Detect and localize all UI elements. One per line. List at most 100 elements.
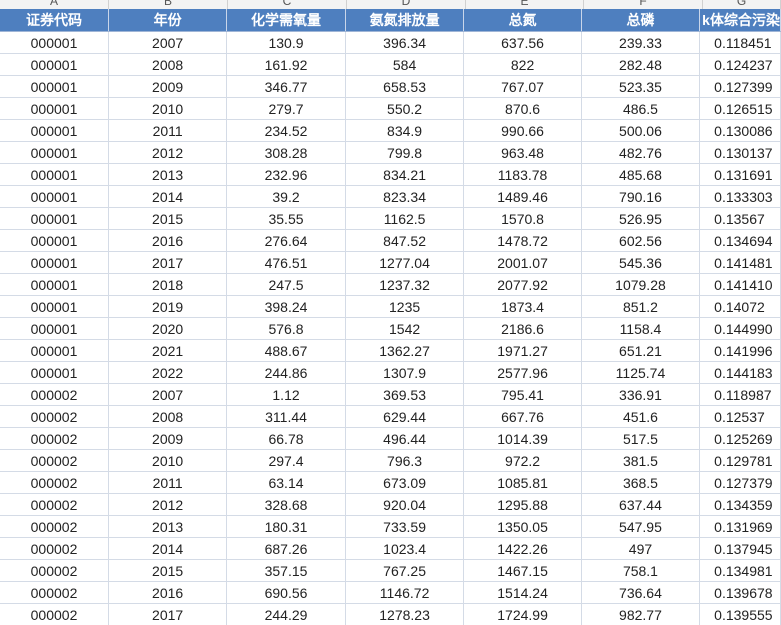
cell-stock-code[interactable]: 000002 (0, 537, 110, 560)
cell-cod[interactable]: 346.77 (226, 75, 346, 98)
cell-ammonia-emission[interactable]: 369.53 (345, 383, 465, 406)
cell-stock-code[interactable]: 000001 (0, 207, 110, 230)
cell-year[interactable]: 2008 (108, 405, 228, 428)
cell-cod[interactable]: 180.31 (226, 515, 346, 538)
cell-composite-pollution[interactable]: 0.127379 (699, 471, 781, 494)
cell-total-nitrogen[interactable]: 2077.92 (463, 273, 582, 296)
cell-cod[interactable]: 398.24 (226, 295, 346, 318)
cell-cod[interactable]: 328.68 (226, 493, 346, 516)
cell-stock-code[interactable]: 000001 (0, 97, 110, 120)
cell-total-phosphorus[interactable]: 517.5 (581, 427, 701, 450)
cell-total-phosphorus[interactable]: 239.33 (581, 31, 701, 54)
cell-total-phosphorus[interactable]: 547.95 (581, 515, 701, 538)
cell-cod[interactable]: 357.15 (226, 559, 346, 582)
cell-year[interactable]: 2013 (108, 163, 228, 186)
cell-composite-pollution[interactable]: 0.14072 (699, 295, 781, 318)
cell-composite-pollution[interactable]: 0.144183 (699, 361, 781, 384)
cell-ammonia-emission[interactable]: 796.3 (345, 449, 465, 472)
cell-cod[interactable]: 232.96 (226, 163, 346, 186)
cell-total-nitrogen[interactable]: 1467.15 (463, 559, 582, 582)
cell-composite-pollution[interactable]: 0.127399 (699, 75, 781, 98)
cell-cod[interactable]: 279.7 (226, 97, 346, 120)
cell-total-phosphorus[interactable]: 1125.74 (581, 361, 701, 384)
cell-total-nitrogen[interactable]: 1350.05 (463, 515, 582, 538)
cell-stock-code[interactable]: 000001 (0, 163, 110, 186)
cell-total-phosphorus[interactable]: 381.5 (581, 449, 701, 472)
cell-cod[interactable]: 308.28 (226, 141, 346, 164)
cell-stock-code[interactable]: 000001 (0, 185, 110, 208)
header-cod[interactable]: 化学需氧量 (226, 9, 346, 32)
cell-year[interactable]: 2010 (108, 97, 228, 120)
cell-total-phosphorus[interactable]: 545.36 (581, 251, 701, 274)
cell-total-phosphorus[interactable]: 602.56 (581, 229, 701, 252)
cell-stock-code[interactable]: 000001 (0, 317, 110, 340)
cell-total-nitrogen[interactable]: 1489.46 (463, 185, 582, 208)
cell-cod[interactable]: 311.44 (226, 405, 346, 428)
cell-year[interactable]: 2020 (108, 317, 228, 340)
column-letter-g[interactable]: G (703, 0, 781, 9)
cell-ammonia-emission[interactable]: 496.44 (345, 427, 465, 450)
cell-total-phosphorus[interactable]: 485.68 (581, 163, 701, 186)
cell-ammonia-emission[interactable]: 733.59 (345, 515, 465, 538)
cell-composite-pollution[interactable]: 0.124237 (699, 53, 781, 76)
cell-total-phosphorus[interactable]: 500.06 (581, 119, 701, 142)
cell-ammonia-emission[interactable]: 1162.5 (345, 207, 465, 230)
cell-composite-pollution[interactable]: 0.134981 (699, 559, 781, 582)
cell-stock-code[interactable]: 000002 (0, 581, 110, 604)
cell-composite-pollution[interactable]: 0.130086 (699, 119, 781, 142)
cell-total-phosphorus[interactable]: 368.5 (581, 471, 701, 494)
cell-ammonia-emission[interactable]: 834.21 (345, 163, 465, 186)
column-letter-e[interactable]: E (466, 0, 584, 9)
cell-cod[interactable]: 1.12 (226, 383, 346, 406)
header-composite-pollution[interactable]: k体综合污染 (699, 9, 781, 32)
cell-ammonia-emission[interactable]: 673.09 (345, 471, 465, 494)
header-ammonia-emission[interactable]: 氨氮排放量 (345, 9, 465, 32)
cell-year[interactable]: 2013 (108, 515, 228, 538)
cell-stock-code[interactable]: 000001 (0, 295, 110, 318)
cell-year[interactable]: 2017 (108, 603, 228, 625)
cell-ammonia-emission[interactable]: 1542 (345, 317, 465, 340)
cell-cod[interactable]: 244.29 (226, 603, 346, 625)
cell-year[interactable]: 2012 (108, 493, 228, 516)
cell-composite-pollution[interactable]: 0.129781 (699, 449, 781, 472)
cell-cod[interactable]: 476.51 (226, 251, 346, 274)
cell-cod[interactable]: 63.14 (226, 471, 346, 494)
cell-stock-code[interactable]: 000001 (0, 31, 110, 54)
cell-composite-pollution[interactable]: 0.141410 (699, 273, 781, 296)
cell-cod[interactable]: 687.26 (226, 537, 346, 560)
cell-total-nitrogen[interactable]: 1014.39 (463, 427, 582, 450)
cell-composite-pollution[interactable]: 0.131969 (699, 515, 781, 538)
cell-ammonia-emission[interactable]: 847.52 (345, 229, 465, 252)
cell-total-nitrogen[interactable]: 1724.99 (463, 603, 582, 625)
cell-cod[interactable]: 247.5 (226, 273, 346, 296)
cell-ammonia-emission[interactable]: 920.04 (345, 493, 465, 516)
cell-stock-code[interactable]: 000002 (0, 603, 110, 625)
cell-year[interactable]: 2018 (108, 273, 228, 296)
cell-total-nitrogen[interactable]: 972.2 (463, 449, 582, 472)
cell-total-phosphorus[interactable]: 736.64 (581, 581, 701, 604)
cell-composite-pollution[interactable]: 0.134694 (699, 229, 781, 252)
cell-composite-pollution[interactable]: 0.13567 (699, 207, 781, 230)
cell-year[interactable]: 2011 (108, 471, 228, 494)
cell-total-phosphorus[interactable]: 790.16 (581, 185, 701, 208)
cell-ammonia-emission[interactable]: 550.2 (345, 97, 465, 120)
cell-composite-pollution[interactable]: 0.134359 (699, 493, 781, 516)
cell-year[interactable]: 2011 (108, 119, 228, 142)
cell-total-nitrogen[interactable]: 1478.72 (463, 229, 582, 252)
cell-year[interactable]: 2015 (108, 559, 228, 582)
cell-cod[interactable]: 244.86 (226, 361, 346, 384)
cell-year[interactable]: 2022 (108, 361, 228, 384)
cell-stock-code[interactable]: 000002 (0, 515, 110, 538)
cell-composite-pollution[interactable]: 0.139555 (699, 603, 781, 625)
cell-year[interactable]: 2009 (108, 427, 228, 450)
cell-composite-pollution[interactable]: 0.141996 (699, 339, 781, 362)
cell-ammonia-emission[interactable]: 1023.4 (345, 537, 465, 560)
cell-cod[interactable]: 234.52 (226, 119, 346, 142)
cell-total-phosphorus[interactable]: 523.35 (581, 75, 701, 98)
cell-total-phosphorus[interactable]: 486.5 (581, 97, 701, 120)
cell-stock-code[interactable]: 000001 (0, 273, 110, 296)
cell-total-phosphorus[interactable]: 1158.4 (581, 317, 701, 340)
cell-total-phosphorus[interactable]: 851.2 (581, 295, 701, 318)
cell-total-nitrogen[interactable]: 667.76 (463, 405, 582, 428)
cell-total-nitrogen[interactable]: 2577.96 (463, 361, 582, 384)
